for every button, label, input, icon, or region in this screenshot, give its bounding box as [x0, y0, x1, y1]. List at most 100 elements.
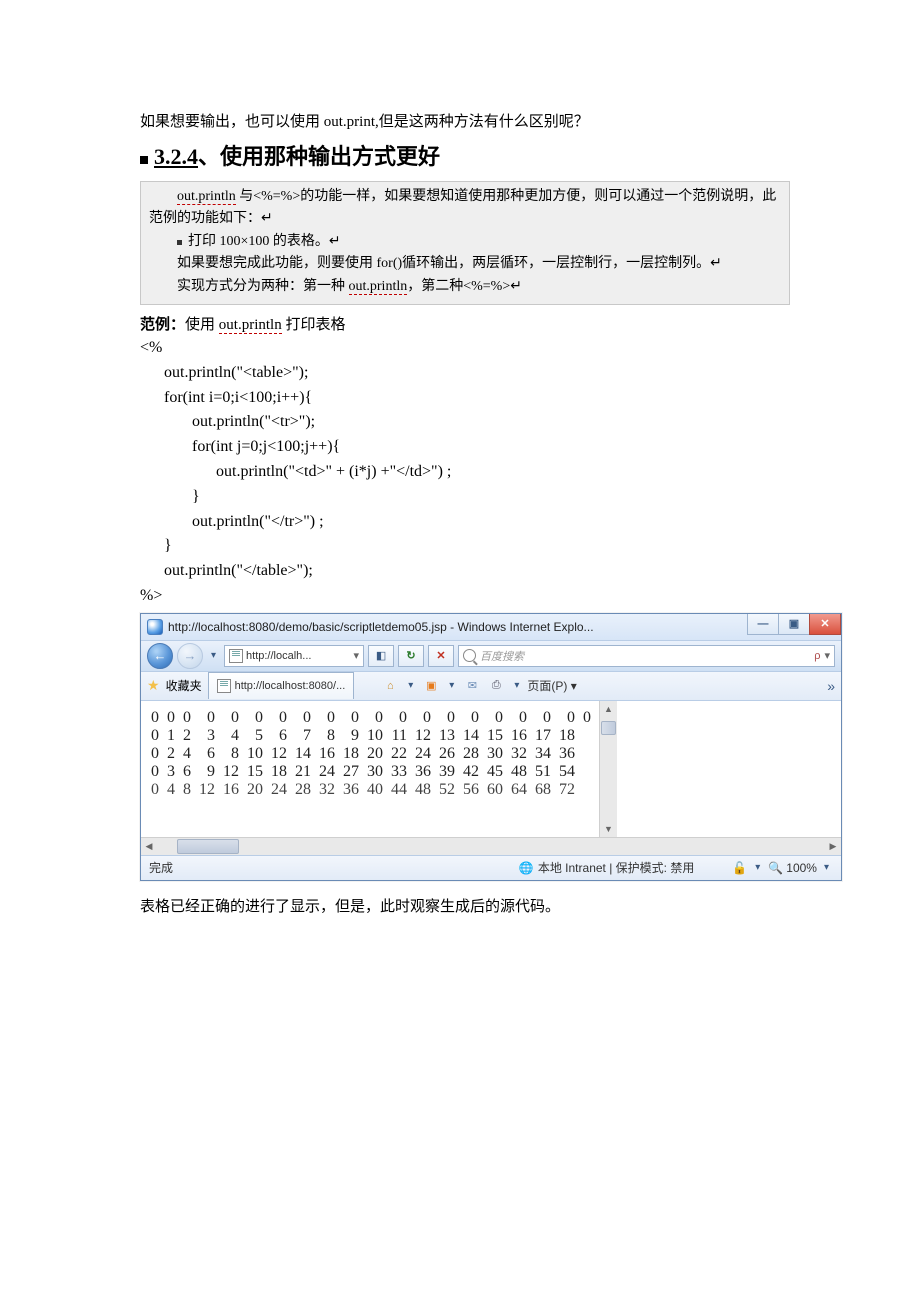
table-cell: 27: [339, 763, 363, 781]
explanation-line-3: 如果要想完成此功能，则要使用 for()循环输出，两层循环，一层控制行，一层控制…: [149, 253, 781, 275]
back-button[interactable]: ←: [147, 643, 173, 669]
home-icon[interactable]: ⌂: [380, 677, 400, 695]
table-cell: 0: [579, 709, 595, 727]
bullet-icon: [140, 156, 148, 164]
table-cell: 0: [507, 709, 531, 727]
compat-button[interactable]: ◧: [368, 645, 394, 667]
nav-history-dropdown[interactable]: ▾: [207, 650, 220, 661]
table-cell: 44: [387, 781, 411, 799]
status-done: 完成: [149, 859, 173, 876]
table-cell: 18: [267, 763, 291, 781]
table-row: 024681012141618202224262830323436: [151, 745, 595, 763]
horizontal-scrollbar[interactable]: ◀ ▶: [141, 837, 841, 855]
table-cell: 4: [219, 727, 243, 745]
table-cell: 26: [435, 745, 459, 763]
table-cell: 0: [151, 727, 163, 745]
scroll-thumb[interactable]: [601, 721, 616, 735]
table-cell: 0: [411, 709, 435, 727]
scroll-left-icon[interactable]: ◀: [141, 841, 157, 852]
table-cell: 32: [315, 781, 339, 799]
table-row: 0369121518212427303336394245485154: [151, 763, 595, 781]
table-cell: 0: [151, 763, 163, 781]
forward-button[interactable]: →: [177, 643, 203, 669]
search-dropdown-icon[interactable]: ▾: [824, 649, 830, 662]
favorites-label[interactable]: 收藏夹: [166, 677, 202, 694]
table-cell: 7: [291, 727, 315, 745]
vertical-scrollbar[interactable]: ▲ ▼: [599, 701, 617, 837]
table-cell: 36: [555, 745, 579, 763]
rss-icon[interactable]: ▣: [421, 677, 441, 695]
stop-button[interactable]: ✕: [428, 645, 454, 667]
window-close-button[interactable]: ✕: [809, 614, 841, 635]
address-dropdown-icon[interactable]: ▾: [354, 649, 360, 662]
table-cell: 0: [243, 709, 267, 727]
example-code-term: out.println: [219, 317, 282, 334]
print-icon[interactable]: ⎙: [486, 677, 506, 695]
table-cell: 36: [411, 763, 435, 781]
favorites-star-icon[interactable]: ★: [147, 677, 160, 694]
table-cell: 9: [339, 727, 363, 745]
output-table: 0000000000000000000001234567891011121314…: [141, 701, 599, 837]
table-cell: 72: [555, 781, 579, 799]
overflow-chevron-icon[interactable]: »: [827, 678, 835, 694]
table-cell: 0: [151, 781, 163, 799]
mail-icon[interactable]: ✉: [462, 677, 482, 695]
protected-mode-icon[interactable]: 🔓: [732, 861, 747, 875]
table-cell: 16: [315, 745, 339, 763]
table-cell: 17: [531, 727, 555, 745]
table-cell: 14: [291, 745, 315, 763]
browser-favorites-bar: ★ 收藏夹 http://localhost:8080/... ⌂▾ ▣▾ ✉ …: [141, 672, 841, 701]
table-cell: 24: [267, 781, 291, 799]
table-cell: 6: [195, 745, 219, 763]
table-cell: 39: [435, 763, 459, 781]
scroll-up-icon[interactable]: ▲: [604, 701, 613, 717]
table-cell: 54: [555, 763, 579, 781]
table-cell: 32: [507, 745, 531, 763]
window-minimize-button[interactable]: —: [747, 614, 779, 635]
window-title: http://localhost:8080/demo/basic/scriptl…: [168, 620, 594, 634]
browser-titlebar: http://localhost:8080/demo/basic/scriptl…: [141, 614, 841, 641]
table-cell: 30: [363, 763, 387, 781]
zone-globe-icon: 🌐: [519, 861, 534, 875]
table-cell: 24: [315, 763, 339, 781]
table-cell: 22: [387, 745, 411, 763]
search-placeholder: 百度搜索: [480, 648, 524, 664]
page-menu[interactable]: 页面(P) ▾: [527, 677, 576, 694]
zoom-control[interactable]: 🔍 100% ▾: [768, 861, 833, 875]
current-tab[interactable]: http://localhost:8080/...: [208, 672, 355, 699]
heading-number: 3.2.4: [154, 144, 198, 170]
explanation-line-4c: ，第二种<%=%>↵: [407, 279, 522, 294]
table-cell: 20: [243, 781, 267, 799]
table-cell: 48: [411, 781, 435, 799]
table-cell: 0: [267, 709, 291, 727]
table-cell: 5: [243, 727, 267, 745]
window-maximize-button[interactable]: ▣: [778, 614, 810, 635]
search-box[interactable]: 百度搜索 ρ ▾: [458, 645, 835, 667]
address-text: http://localh...: [246, 650, 311, 662]
table-row: 00000000000000000000: [151, 709, 595, 727]
zoom-icon: 🔍: [768, 861, 783, 875]
table-cell: 15: [483, 727, 507, 745]
table-cell: 4: [163, 781, 179, 799]
table-cell: 12: [267, 745, 291, 763]
address-bar[interactable]: http://localh... ▾: [224, 645, 364, 667]
example-label-prefix: 范例：: [140, 317, 185, 333]
table-cell: 0: [151, 709, 163, 727]
table-cell: 28: [459, 745, 483, 763]
table-cell: 3: [195, 727, 219, 745]
scroll-right-icon[interactable]: ▶: [825, 841, 841, 852]
hscroll-thumb[interactable]: [177, 839, 239, 854]
table-cell: 33: [387, 763, 411, 781]
refresh-button[interactable]: ↻: [398, 645, 424, 667]
table-cell: 0: [555, 709, 579, 727]
table-cell: 68: [531, 781, 555, 799]
table-cell: 51: [531, 763, 555, 781]
scroll-down-icon[interactable]: ▼: [604, 821, 613, 837]
code-term-2: out.println: [349, 279, 408, 295]
table-cell: 0: [179, 709, 195, 727]
table-cell: 0: [339, 709, 363, 727]
explanation-line-1: 与<%=%>的功能一样，如果要想知道使用那种更加方便，则可以通过一个范例说明，此…: [149, 189, 776, 226]
status-zone: 本地 Intranet | 保护模式: 禁用: [538, 859, 694, 876]
example-heading: 范例：使用 out.println 打印表格: [140, 313, 790, 334]
table-cell: 12: [195, 781, 219, 799]
